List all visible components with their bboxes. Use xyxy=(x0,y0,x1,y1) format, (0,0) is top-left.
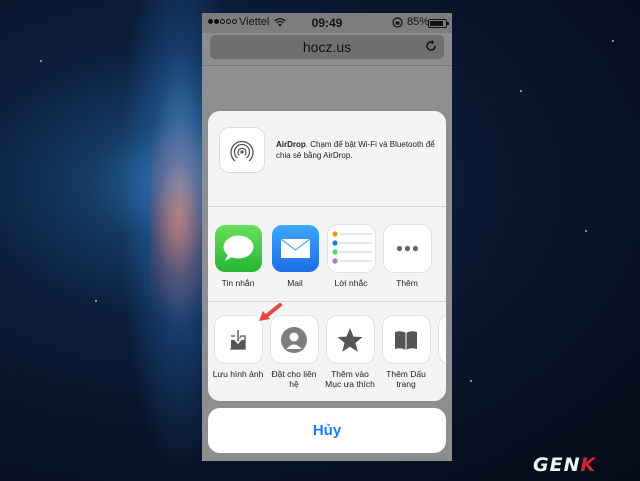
share-app-label: Lời nhắc xyxy=(334,278,368,288)
cancel-button[interactable]: Hủy xyxy=(208,408,446,453)
action-partial[interactable]: T xyxy=(435,316,446,379)
action-add-bookmark[interactable]: Thêm Dấu trang xyxy=(379,316,433,389)
airdrop-title: AirDrop xyxy=(276,140,306,149)
battery-icon xyxy=(428,19,449,28)
share-app-reminders[interactable]: Lời nhắc xyxy=(326,225,376,288)
action-save-image[interactable]: Lưu hình ảnh xyxy=(211,316,265,379)
mail-icon[interactable] xyxy=(271,225,319,272)
share-apps-row: Tin nhắn Mail Lời nhắc Thêm xyxy=(208,225,446,301)
share-app-label: Thêm xyxy=(396,278,418,288)
share-app-more[interactable]: Thêm xyxy=(382,225,432,288)
share-app-label: Mail xyxy=(287,278,303,288)
action-assign-to-contact[interactable]: Đặt cho liên hệ xyxy=(267,316,321,389)
url-text: hocz.us xyxy=(302,39,352,55)
star xyxy=(612,40,614,42)
share-app-mail[interactable]: Mail xyxy=(270,225,320,288)
address-bar[interactable]: hocz.us xyxy=(210,35,444,59)
airdrop-icon[interactable] xyxy=(220,128,264,172)
star xyxy=(95,300,97,302)
battery-percentage: 85% xyxy=(407,16,430,28)
reminders-icon[interactable] xyxy=(327,225,375,272)
action-label: Lưu hình ảnh xyxy=(212,369,264,379)
orientation-lock-icon xyxy=(392,17,403,28)
action-add-to-favorites[interactable]: Thêm vào Mục ưa thích xyxy=(323,316,377,389)
airdrop-description: AirDrop. Chạm để bật Wi-Fi và Bluetooth … xyxy=(276,139,436,161)
share-sheet: AirDrop. Chạm để bật Wi-Fi và Bluetooth … xyxy=(208,111,446,401)
favorites-star-icon[interactable] xyxy=(326,316,374,363)
airdrop-section[interactable]: AirDrop. Chạm để bật Wi-Fi và Bluetooth … xyxy=(208,111,446,206)
action-label: Đặt cho liên hệ xyxy=(271,369,317,389)
partial-action[interactable] xyxy=(438,316,446,363)
share-app-messages[interactable]: Tin nhắn xyxy=(213,225,263,288)
cancel-label: Hủy xyxy=(312,422,342,439)
page-divider xyxy=(202,65,452,66)
star xyxy=(585,230,587,232)
red-arrow-annotation xyxy=(259,303,282,321)
star xyxy=(520,90,522,92)
share-app-label: Tin nhắn xyxy=(221,278,255,288)
action-label: T xyxy=(435,369,446,379)
star xyxy=(40,60,42,62)
more-icon[interactable] xyxy=(383,225,431,272)
actions-row: Lưu hình ảnh Đặt cho liên hệ Thêm vào Mụ… xyxy=(208,316,446,396)
status-bar: Viettel 09:49 85% xyxy=(202,13,452,33)
action-label: Thêm Dấu trang xyxy=(386,369,426,389)
reload-icon[interactable] xyxy=(424,39,438,53)
phone-screen: Viettel 09:49 85% hocz.us AirDrop. Chạm … xyxy=(202,13,452,461)
genk-logo: GENK xyxy=(533,454,597,476)
divider xyxy=(208,301,446,302)
bookmark-book-icon[interactable] xyxy=(382,316,430,363)
save-image-icon[interactable] xyxy=(214,316,262,363)
star xyxy=(470,380,472,382)
action-label: Thêm vào Mục ưa thích xyxy=(325,369,375,389)
divider xyxy=(208,206,446,207)
messages-icon[interactable] xyxy=(214,225,262,272)
